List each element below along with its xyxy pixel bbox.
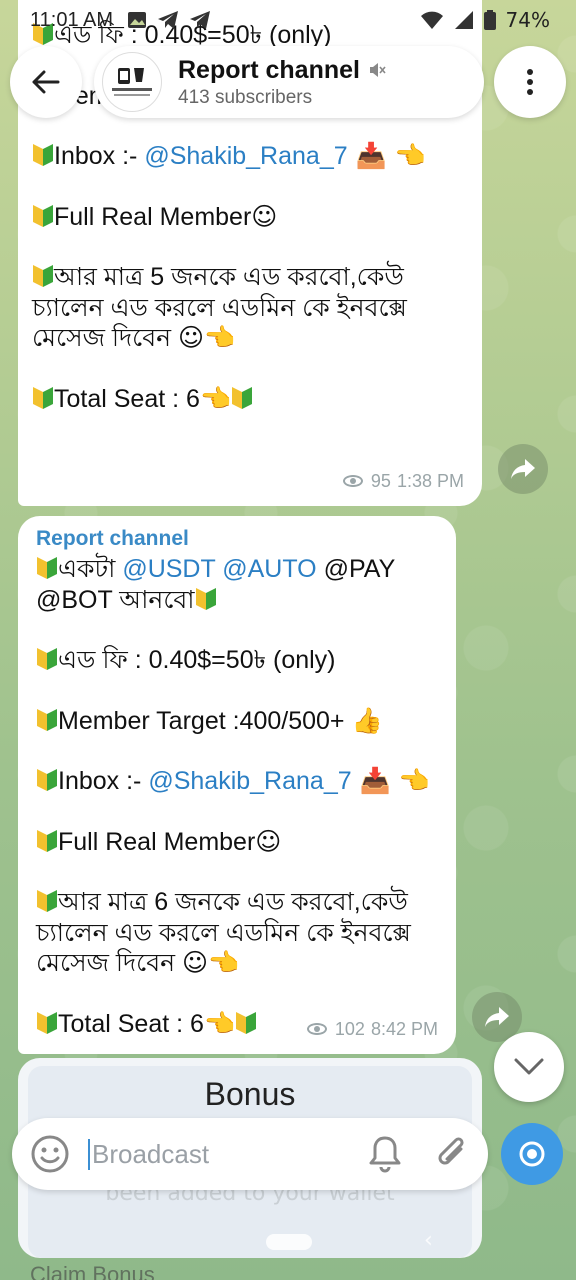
scroll-to-bottom-button[interactable]: [494, 1032, 564, 1102]
thumbs-up-icon: 👍: [351, 705, 383, 735]
attachment-icon[interactable]: [436, 1135, 470, 1173]
post-time: 1:38 PM: [396, 470, 464, 491]
chevron-down-icon: [514, 1058, 544, 1075]
username-link[interactable]: @Shakib_Rana_7: [148, 767, 351, 795]
channel-avatar[interactable]: [102, 52, 162, 112]
wifi-icon: [420, 11, 443, 29]
camera-icon: [519, 1141, 545, 1167]
view-count: 95: [370, 470, 391, 491]
back-button[interactable]: [10, 46, 82, 118]
beginner-badge-icon: [236, 1011, 257, 1034]
channel-info[interactable]: Report channel 413 subscribers: [94, 46, 484, 118]
camera-button[interactable]: [500, 1118, 564, 1190]
channel-post[interactable]: Report channel একটা @USDT @AUTO @PAY @BO…: [18, 516, 456, 1054]
beginner-badge-icon: [232, 386, 253, 409]
beginner-badge-icon: [33, 204, 53, 227]
beginner-badge-icon: [37, 708, 57, 731]
view-count: 102: [334, 1018, 365, 1039]
status-time: 11:01 AM: [30, 8, 114, 31]
beginner-badge-icon: [195, 587, 216, 610]
pointing-hand-icon: 👈: [199, 383, 232, 413]
subscriber-count: 413 subscribers: [178, 86, 313, 108]
smiling-face-icon: ☺: [255, 826, 282, 856]
post-paragraph: আর মাত্র 5 জনকে এড করবো,কেউ চ্যালেন এড ক…: [32, 263, 407, 352]
views-eye-icon: [342, 474, 363, 487]
muted-icon: [369, 63, 386, 77]
post-paragraph: Member Target :400/500+ 👍: [36, 706, 440, 737]
channel-title: Report channel: [178, 55, 360, 84]
beginner-badge-icon: [33, 386, 53, 409]
post-paragraph: এড ফি : 0.40$=50৳ (only): [36, 645, 440, 676]
post-time: 8:42 PM: [370, 1018, 438, 1039]
beginner-badge-icon: [33, 265, 53, 287]
broadcast-input-bar: Broadcast: [12, 1118, 488, 1190]
forward-arrow-icon: [511, 459, 535, 479]
broadcast-input[interactable]: Broadcast: [88, 1138, 368, 1170]
more-vertical-icon: [527, 69, 533, 95]
inbox-tray-icon: 📥 👈: [347, 141, 426, 170]
system-nav-bar: ‹: [0, 1226, 576, 1256]
post-paragraph: Full Real Member☺: [36, 827, 440, 858]
post-sender[interactable]: Report channel: [36, 526, 440, 552]
channel-logo-icon: [105, 55, 159, 109]
beginner-badge-icon: [37, 648, 57, 670]
forward-arrow-icon: [485, 1007, 509, 1027]
telegram-notification-icon-2: [190, 11, 211, 29]
username-link[interactable]: @Shakib_Rana_7: [144, 142, 347, 170]
more-options-button[interactable]: [494, 46, 566, 118]
post-paragraph: Full Real Member☺: [32, 202, 464, 233]
post-paragraph: Total Seat : 6👈: [32, 384, 464, 415]
post-meta: 102 8:42 PM: [306, 1014, 438, 1045]
home-gesture-pill[interactable]: [266, 1234, 312, 1250]
beginner-badge-icon: [37, 1011, 57, 1034]
battery-percent: 74%: [505, 8, 550, 32]
bonus-title: Bonus: [204, 1076, 296, 1112]
beginner-badge-icon: [37, 890, 57, 912]
telegram-notification-icon: [158, 11, 179, 29]
claim-bonus-text: Claim Bonus: [30, 1262, 155, 1280]
forward-button[interactable]: [498, 444, 548, 494]
post-paragraph: Inbox :- @Shakib_Rana_7 📥 👈: [36, 766, 440, 797]
emoji-icon[interactable]: [30, 1134, 70, 1174]
nav-back-icon[interactable]: ‹: [424, 1228, 433, 1253]
beginner-badge-icon: [37, 557, 57, 579]
bell-icon[interactable]: [368, 1135, 402, 1173]
post-paragraph: আর মাত্র 6 জনকে এড করবো,কেউ চ্যালেন এড ক…: [36, 888, 411, 977]
mention-link[interactable]: @USDT @AUTO: [122, 555, 316, 583]
beginner-badge-icon: [37, 769, 57, 791]
pointing-hand-icon: ☺👈: [178, 323, 236, 352]
views-eye-icon: [306, 1022, 327, 1035]
gallery-icon: [128, 12, 147, 28]
signal-icon: [454, 11, 473, 29]
battery-icon: [483, 10, 496, 30]
status-bar: 11:01 AM 74%: [0, 0, 576, 40]
back-arrow-icon: [32, 70, 60, 94]
pointing-hand-icon: ☺👈: [182, 948, 240, 977]
beginner-badge-icon: [37, 829, 57, 852]
smiling-face-icon: ☺: [251, 201, 278, 231]
inbox-tray-icon: 📥 👈: [351, 766, 430, 795]
post-paragraph: একটা @USDT @AUTO @PAY @BOT আনবো: [36, 555, 395, 614]
beginner-badge-icon: [33, 144, 53, 166]
chat-header: Report channel 413 subscribers: [10, 46, 566, 118]
post-meta: 95 1:38 PM: [342, 466, 464, 497]
pointing-hand-icon: 👈: [203, 1008, 236, 1038]
post-paragraph: Inbox :- @Shakib_Rana_7 📥 👈: [32, 141, 464, 172]
